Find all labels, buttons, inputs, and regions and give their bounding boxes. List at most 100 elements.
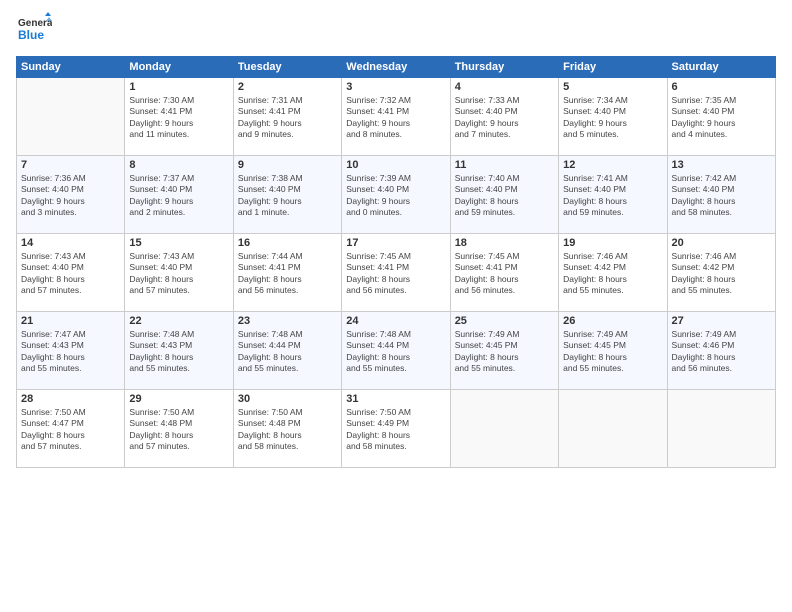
calendar-week-row: 28Sunrise: 7:50 AMSunset: 4:47 PMDayligh… [17,390,776,468]
calendar-cell: 19 Sunrise: 7:46 AMSunset: 4:42 PMDayligh… [559,234,667,312]
calendar-cell: 10 Sunrise: 7:39 AMSunset: 4:40 PMDayligh… [342,156,450,234]
day-info: Sunrise: 7:42 AMSunset: 4:40 PMDaylight:… [672,173,771,219]
calendar-cell: 2Sunrise: 7:31 AMSunset: 4:41 PMDaylight… [233,78,341,156]
calendar-cell [450,390,558,468]
svg-text:Blue: Blue [18,28,44,42]
day-info: Sunrise: 7:35 AMSunset: 4:40 PMDaylight:… [672,95,771,141]
weekday-header-row: SundayMondayTuesdayWednesdayThursdayFrid… [17,57,776,78]
day-number: 15 [129,237,228,249]
day-number: 22 [129,315,228,327]
day-info: Sunrise: 7:49 AMSunset: 4:46 PMDaylight:… [672,329,771,375]
day-info: Sunrise: 7:46 AMSunset: 4:42 PMDaylight:… [563,251,662,297]
calendar-week-row: 7 Sunrise: 7:36 AMSunset: 4:40 PMDaylight… [17,156,776,234]
weekday-header-tuesday: Tuesday [233,57,341,78]
calendar-cell: 1 Sunrise: 7:30 AMSunset: 4:41 PMDaylight… [125,78,233,156]
calendar-cell [559,390,667,468]
day-info: Sunrise: 7:39 AMSunset: 4:40 PMDaylight:… [346,173,445,219]
day-number: 16 [238,237,337,249]
day-info: Sunrise: 7:32 AMSunset: 4:41 PMDaylight:… [346,95,445,141]
day-info: Sunrise: 7:37 AMSunset: 4:40 PMDaylight:… [129,173,228,219]
day-number: 29 [129,393,228,405]
day-number: 30 [238,393,337,405]
calendar-cell: 30 Sunrise: 7:50 AMSunset: 4:48 PMDayligh… [233,390,341,468]
day-number: 7 [21,159,120,171]
day-number: 8 [129,159,228,171]
day-number: 25 [455,315,554,327]
day-info: Sunrise: 7:38 AMSunset: 4:40 PMDaylight:… [238,173,337,219]
calendar-cell: 15 Sunrise: 7:43 AMSunset: 4:40 PMDayligh… [125,234,233,312]
day-info: Sunrise: 7:43 AMSunset: 4:40 PMDaylight:… [129,251,228,297]
day-number: 27 [672,315,771,327]
calendar-cell [667,390,775,468]
day-number: 2 [238,81,337,93]
day-number: 11 [455,159,554,171]
day-number: 14 [21,237,120,249]
day-info: Sunrise: 7:49 AMSunset: 4:45 PMDaylight:… [455,329,554,375]
day-info: Sunrise: 7:50 AMSunset: 4:48 PMDaylight:… [238,407,337,453]
day-info: Sunrise: 7:40 AMSunset: 4:40 PMDaylight:… [455,173,554,219]
calendar-cell: 31 Sunrise: 7:50 AMSunset: 4:49 PMDayligh… [342,390,450,468]
day-number: 9 [238,159,337,171]
calendar-cell: 25 Sunrise: 7:49 AMSunset: 4:45 PMDayligh… [450,312,558,390]
day-info: Sunrise: 7:48 AMSunset: 4:44 PMDaylight:… [346,329,445,375]
calendar-cell: 20Sunrise: 7:46 AMSunset: 4:42 PMDayligh… [667,234,775,312]
logo: General Blue [16,12,52,48]
calendar-cell: 14 Sunrise: 7:43 AMSunset: 4:40 PMDayligh… [17,234,125,312]
calendar-cell: 3 Sunrise: 7:32 AMSunset: 4:41 PMDaylight… [342,78,450,156]
weekday-header-thursday: Thursday [450,57,558,78]
weekday-header-saturday: Saturday [667,57,775,78]
day-info: Sunrise: 7:45 AMSunset: 4:41 PMDaylight:… [346,251,445,297]
weekday-header-wednesday: Wednesday [342,57,450,78]
weekday-header-monday: Monday [125,57,233,78]
calendar-cell: 24Sunrise: 7:48 AMSunset: 4:44 PMDayligh… [342,312,450,390]
day-number: 19 [563,237,662,249]
calendar-header: General Blue [16,12,776,48]
day-info: Sunrise: 7:34 AMSunset: 4:40 PMDaylight:… [563,95,662,141]
weekday-header-friday: Friday [559,57,667,78]
calendar-cell: 28Sunrise: 7:50 AMSunset: 4:47 PMDayligh… [17,390,125,468]
calendar-cell: 9 Sunrise: 7:38 AMSunset: 4:40 PMDaylight… [233,156,341,234]
calendar-cell [17,78,125,156]
day-number: 31 [346,393,445,405]
calendar-cell: 16Sunrise: 7:44 AMSunset: 4:41 PMDayligh… [233,234,341,312]
calendar-cell: 12 Sunrise: 7:41 AMSunset: 4:40 PMDayligh… [559,156,667,234]
day-info: Sunrise: 7:50 AMSunset: 4:48 PMDaylight:… [129,407,228,453]
day-info: Sunrise: 7:41 AMSunset: 4:40 PMDaylight:… [563,173,662,219]
day-info: Sunrise: 7:45 AMSunset: 4:41 PMDaylight:… [455,251,554,297]
day-number: 1 [129,81,228,93]
day-info: Sunrise: 7:43 AMSunset: 4:40 PMDaylight:… [21,251,120,297]
day-number: 5 [563,81,662,93]
calendar-cell: 29 Sunrise: 7:50 AMSunset: 4:48 PMDayligh… [125,390,233,468]
day-number: 10 [346,159,445,171]
calendar-cell: 23 Sunrise: 7:48 AMSunset: 4:44 PMDayligh… [233,312,341,390]
day-info: Sunrise: 7:30 AMSunset: 4:41 PMDaylight:… [129,95,228,141]
day-info: Sunrise: 7:47 AMSunset: 4:43 PMDaylight:… [21,329,120,375]
day-info: Sunrise: 7:48 AMSunset: 4:43 PMDaylight:… [129,329,228,375]
day-info: Sunrise: 7:49 AMSunset: 4:45 PMDaylight:… [563,329,662,375]
calendar-cell: 5 Sunrise: 7:34 AMSunset: 4:40 PMDaylight… [559,78,667,156]
calendar-cell: 22 Sunrise: 7:48 AMSunset: 4:43 PMDayligh… [125,312,233,390]
calendar-cell: 13Sunrise: 7:42 AMSunset: 4:40 PMDayligh… [667,156,775,234]
calendar-cell: 7 Sunrise: 7:36 AMSunset: 4:40 PMDaylight… [17,156,125,234]
day-number: 17 [346,237,445,249]
calendar-cell: 4 Sunrise: 7:33 AMSunset: 4:40 PMDaylight… [450,78,558,156]
day-info: Sunrise: 7:48 AMSunset: 4:44 PMDaylight:… [238,329,337,375]
calendar-cell: 17 Sunrise: 7:45 AMSunset: 4:41 PMDayligh… [342,234,450,312]
day-number: 4 [455,81,554,93]
day-number: 6 [672,81,771,93]
day-number: 20 [672,237,771,249]
calendar-cell: 11 Sunrise: 7:40 AMSunset: 4:40 PMDayligh… [450,156,558,234]
day-info: Sunrise: 7:36 AMSunset: 4:40 PMDaylight:… [21,173,120,219]
calendar-week-row: 21Sunrise: 7:47 AMSunset: 4:43 PMDayligh… [17,312,776,390]
calendar-week-row: 14 Sunrise: 7:43 AMSunset: 4:40 PMDayligh… [17,234,776,312]
day-info: Sunrise: 7:33 AMSunset: 4:40 PMDaylight:… [455,95,554,141]
day-number: 18 [455,237,554,249]
calendar-cell: 21Sunrise: 7:47 AMSunset: 4:43 PMDayligh… [17,312,125,390]
day-number: 23 [238,315,337,327]
day-number: 3 [346,81,445,93]
calendar-cell: 27 Sunrise: 7:49 AMSunset: 4:46 PMDayligh… [667,312,775,390]
day-number: 26 [563,315,662,327]
day-info: Sunrise: 7:50 AMSunset: 4:49 PMDaylight:… [346,407,445,453]
day-number: 12 [563,159,662,171]
calendar-cell: 26 Sunrise: 7:49 AMSunset: 4:45 PMDayligh… [559,312,667,390]
